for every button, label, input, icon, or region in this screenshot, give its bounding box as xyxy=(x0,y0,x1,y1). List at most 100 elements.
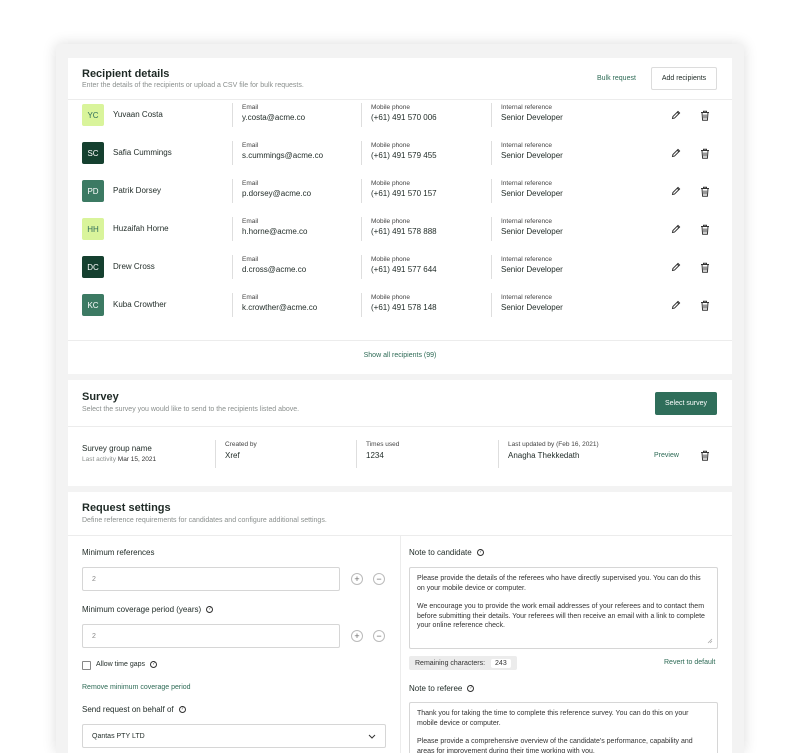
survey-subtitle: Select the survey you would like to send… xyxy=(82,406,300,413)
list-divider xyxy=(68,340,732,341)
minus-icon[interactable]: − xyxy=(373,573,385,585)
reference-value: Senior Developer xyxy=(501,189,563,198)
pencil-icon[interactable] xyxy=(669,184,683,198)
trash-icon[interactable] xyxy=(698,298,712,312)
revert-default-link[interactable]: Revert to default xyxy=(664,659,715,666)
reference-value: Senior Developer xyxy=(501,113,563,122)
behalf-select-value: Qantas PTY LTD xyxy=(92,732,145,740)
min-refs-input[interactable] xyxy=(82,567,340,591)
recipient-name: Drew Cross xyxy=(113,262,155,271)
table-row: KC Kuba Crowther Email k.crowther@acme.co Mo… xyxy=(68,286,732,324)
help-icon[interactable]: ? xyxy=(476,549,484,556)
mobile-col: Mobile phone (+61) 491 570 006 xyxy=(361,103,437,127)
note-candidate-label: Note to candidate? xyxy=(409,548,484,557)
email-col: Email p.dorsey@acme.co xyxy=(232,179,311,203)
help-icon[interactable]: ? xyxy=(178,706,186,713)
email-label: Email xyxy=(242,218,259,225)
reference-col: Internal reference Senior Developer xyxy=(491,103,563,127)
show-all-label[interactable]: Show all recipients (99) xyxy=(364,352,437,359)
pencil-icon[interactable] xyxy=(669,260,683,274)
table-row: SC Safia Cummings Email s.cummings@acme.co M… xyxy=(68,134,732,172)
help-icon[interactable]: ? xyxy=(206,606,214,613)
survey-card: Survey Select the survey you would like … xyxy=(68,380,732,486)
avatar: SC xyxy=(82,142,104,164)
bulk-request-link[interactable]: Bulk request xyxy=(597,75,636,82)
pencil-icon[interactable] xyxy=(669,108,683,122)
reference-col: Internal reference Senior Developer xyxy=(491,141,563,165)
behalf-select[interactable]: Qantas PTY LTD xyxy=(82,724,386,748)
pencil-icon[interactable] xyxy=(669,146,683,160)
note-candidate-textarea[interactable]: Please provide the details of the refere… xyxy=(409,567,718,649)
remaining-characters: Remaining characters: 243 xyxy=(409,656,517,670)
last-updated-value: Anagha Thekkedath xyxy=(508,451,580,460)
mobile-col: Mobile phone (+61) 491 577 644 xyxy=(361,255,437,279)
email-label: Email xyxy=(242,142,259,149)
times-used-col: Times used 1234 xyxy=(356,440,399,468)
table-row: PD Patrik Dorsey Email p.dorsey@acme.co Mobi… xyxy=(68,172,732,210)
mobile-label: Mobile phone xyxy=(371,142,411,149)
reference-value: Senior Developer xyxy=(501,227,563,236)
email-value: h.horne@acme.co xyxy=(242,227,308,236)
minus-icon[interactable]: − xyxy=(373,630,385,642)
mobile-col: Mobile phone (+61) 491 570 157 xyxy=(361,179,437,203)
trash-icon[interactable] xyxy=(698,448,712,462)
help-icon[interactable]: ? xyxy=(150,661,158,668)
mobile-label: Mobile phone xyxy=(371,180,411,187)
pencil-icon[interactable] xyxy=(669,222,683,236)
resize-handle-icon[interactable] xyxy=(707,638,713,644)
select-survey-button[interactable]: Select survey xyxy=(655,392,717,415)
plus-icon[interactable]: + xyxy=(351,573,363,585)
email-value: p.dorsey@acme.co xyxy=(242,189,312,198)
last-activity-label: Last activity xyxy=(82,456,116,463)
trash-icon[interactable] xyxy=(698,260,712,274)
note-referee-label: Note to referee? xyxy=(409,684,475,693)
plus-icon[interactable]: + xyxy=(351,630,363,642)
last-activity-value: Mar 15, 2021 xyxy=(117,456,157,463)
reference-value: Senior Developer xyxy=(501,303,563,312)
email-label: Email xyxy=(242,256,259,263)
help-icon[interactable]: ? xyxy=(467,685,475,692)
reference-col: Internal reference Senior Developer xyxy=(491,293,563,317)
remove-coverage-link[interactable]: Remove minimum coverage period xyxy=(82,684,191,691)
allow-time-gaps-checkbox[interactable] xyxy=(82,661,91,670)
avatar: PD xyxy=(82,180,104,202)
survey-title: Survey xyxy=(82,391,119,403)
trash-icon[interactable] xyxy=(698,146,712,160)
behalf-label: Send request on behalf of? xyxy=(82,705,186,714)
mobile-value: (+61) 491 577 644 xyxy=(371,265,437,274)
trash-icon[interactable] xyxy=(698,222,712,236)
show-all-recipients-link[interactable]: Show all recipients (99) xyxy=(68,352,732,359)
note-referee-textarea[interactable]: Thank you for taking the time to complet… xyxy=(409,702,718,753)
reference-value: Senior Developer xyxy=(501,265,563,274)
add-recipients-button[interactable]: Add recipients xyxy=(651,67,717,90)
email-value: d.cross@acme.co xyxy=(242,265,307,274)
reference-label: Internal reference xyxy=(501,218,552,225)
reference-label: Internal reference xyxy=(501,180,552,187)
mobile-col: Mobile phone (+61) 491 579 455 xyxy=(361,141,437,165)
mobile-value: (+61) 491 578 148 xyxy=(371,303,437,312)
allow-time-gaps-label: Allow time gaps? xyxy=(96,661,158,668)
min-coverage-input[interactable] xyxy=(82,624,340,648)
table-row: DC Drew Cross Email d.cross@acme.co Mobile p… xyxy=(68,248,732,286)
pencil-icon[interactable] xyxy=(669,298,683,312)
request-settings-title: Request settings xyxy=(82,502,171,514)
email-col: Email y.costa@acme.co xyxy=(232,103,305,127)
trash-icon[interactable] xyxy=(698,108,712,122)
survey-group: Survey group name Last activity Mar 15, … xyxy=(82,444,156,463)
recipient-details-title: Recipient details xyxy=(82,68,170,80)
mobile-value: (+61) 491 570 006 xyxy=(371,113,437,122)
avatar: DC xyxy=(82,256,104,278)
note-candidate-label-text: Note to candidate xyxy=(409,548,472,557)
note-referee-label-text: Note to referee xyxy=(409,684,463,693)
email-label: Email xyxy=(242,104,259,111)
chevron-down-icon xyxy=(368,734,376,739)
created-by-value: Xref xyxy=(225,451,240,460)
remaining-value: 243 xyxy=(491,658,511,668)
trash-icon[interactable] xyxy=(698,184,712,198)
recipient-name: Safia Cummings xyxy=(113,148,172,157)
mobile-value: (+61) 491 570 157 xyxy=(371,189,437,198)
request-settings-subtitle: Define reference requirements for candid… xyxy=(82,517,327,524)
column-divider xyxy=(400,535,401,753)
preview-link[interactable]: Preview xyxy=(654,452,679,459)
last-updated-label: Last updated by (Feb 16, 2021) xyxy=(508,441,599,448)
